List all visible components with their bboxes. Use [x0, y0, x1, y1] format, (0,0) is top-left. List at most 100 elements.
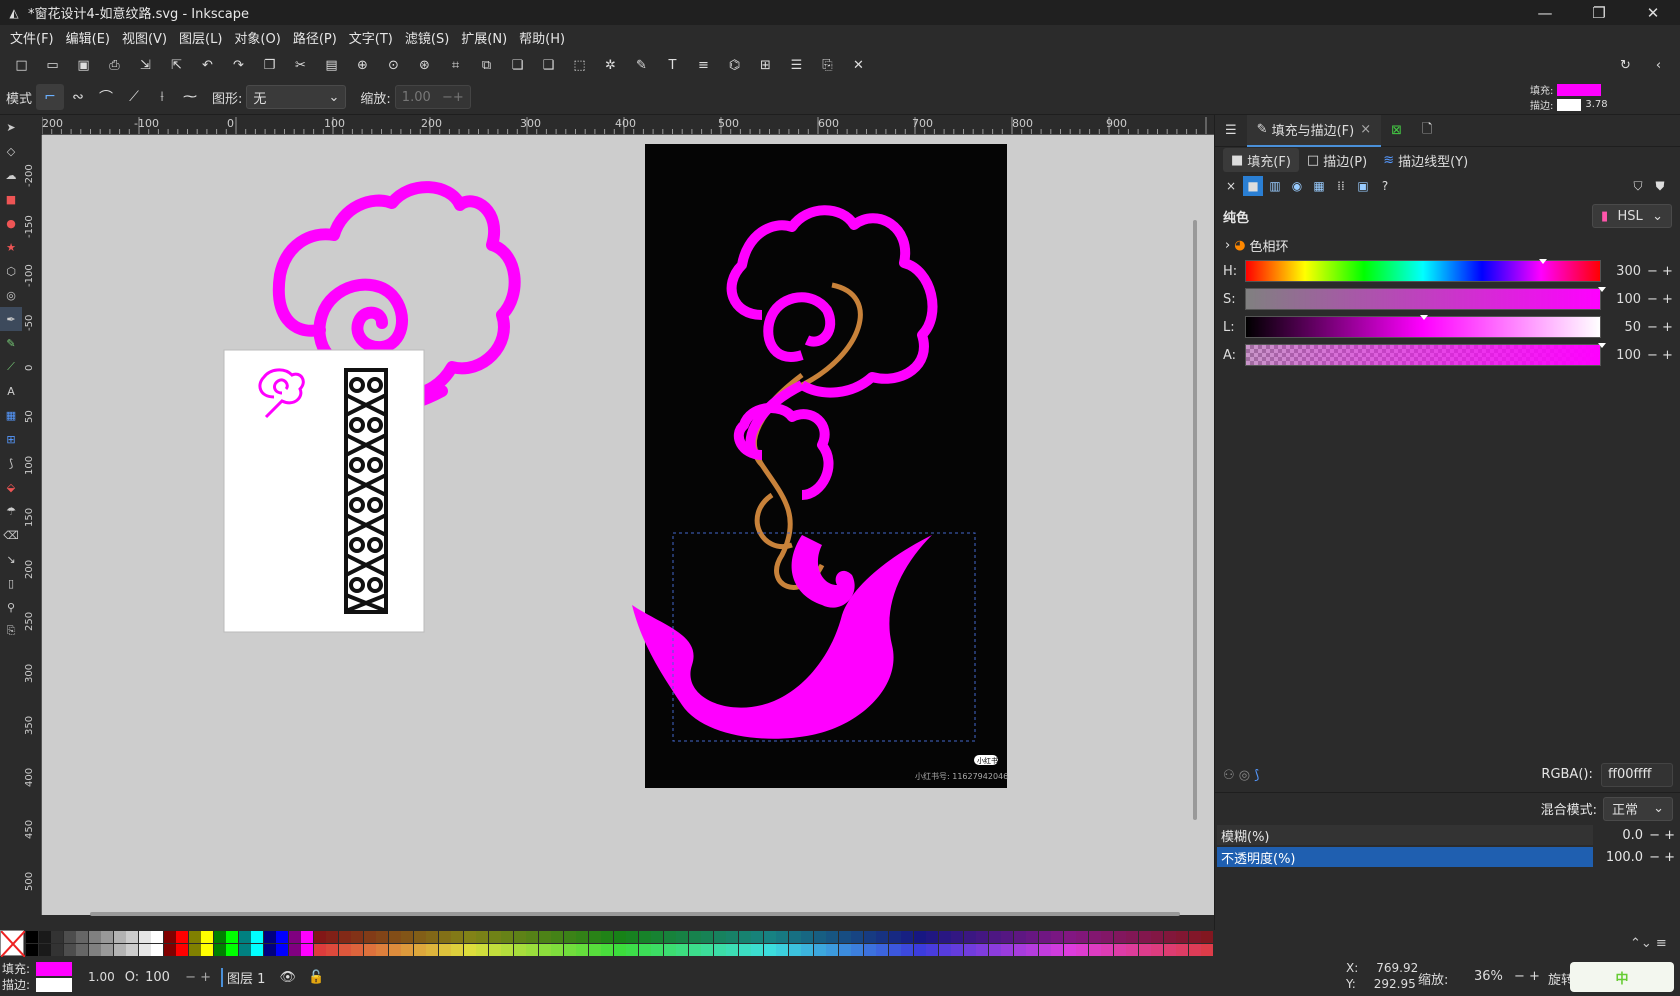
status-stroke-swatch[interactable] — [36, 978, 73, 992]
palette-swatch[interactable] — [301, 944, 313, 956]
palette-swatch[interactable] — [876, 931, 888, 943]
palette-swatch[interactable] — [438, 944, 451, 956]
palette-swatch[interactable] — [588, 931, 601, 943]
menu-filters[interactable]: 滤镜(S) — [399, 28, 455, 47]
palette-swatch[interactable] — [1151, 931, 1163, 943]
palette-swatch[interactable] — [426, 944, 438, 956]
snap-icon[interactable]: ↻ — [1610, 52, 1641, 78]
menu-object[interactable]: 对象(O) — [228, 28, 286, 47]
palette-swatch[interactable] — [26, 931, 38, 943]
opacity-value[interactable]: 100.0 — [1593, 850, 1643, 865]
palette-swatch[interactable] — [1113, 944, 1126, 956]
palette-swatch[interactable] — [926, 944, 938, 956]
palette-swatch[interactable] — [576, 944, 588, 956]
mesh-tool-icon[interactable]: ⊞ — [0, 427, 22, 451]
palette-swatch[interactable] — [1013, 931, 1026, 943]
palette-swatch[interactable] — [751, 931, 763, 943]
palette-swatch[interactable] — [738, 944, 751, 956]
print-icon[interactable]: ⎙ — [99, 52, 130, 78]
palette-swatch[interactable] — [663, 944, 676, 956]
vertical-scrollbar[interactable] — [1193, 220, 1197, 820]
palette-swatch[interactable] — [263, 944, 276, 956]
palette-swatch[interactable] — [951, 931, 963, 943]
palette-swatch[interactable] — [388, 931, 401, 943]
palette-swatch[interactable] — [863, 931, 876, 943]
palette-swatch[interactable] — [138, 931, 151, 943]
palette-swatch[interactable] — [238, 944, 251, 956]
palette-swatch[interactable] — [913, 944, 926, 956]
palette-swatch[interactable] — [163, 931, 176, 943]
lightness-marker[interactable] — [1420, 315, 1428, 320]
pattern-icon[interactable]: ⁞⁞ — [1331, 176, 1351, 196]
palette-swatch[interactable] — [1126, 944, 1138, 956]
palette-swatch[interactable] — [126, 944, 138, 956]
palette-swatch[interactable] — [401, 931, 413, 943]
save-icon[interactable]: ▣ — [68, 52, 99, 78]
fill-rule-evenodd-icon[interactable]: ⛉ — [1628, 176, 1648, 196]
menu-file[interactable]: 文件(F) — [4, 28, 60, 47]
palette-swatch[interactable] — [751, 944, 763, 956]
palette-swatch[interactable] — [626, 931, 638, 943]
palette-swatch[interactable] — [201, 931, 213, 943]
palette-swatch[interactable] — [538, 931, 551, 943]
menu-layer[interactable]: 图层(L) — [173, 28, 228, 47]
palette-swatch[interactable] — [338, 931, 351, 943]
palette-swatch[interactable] — [963, 931, 976, 943]
palette-swatch[interactable] — [988, 944, 1001, 956]
palette-swatch[interactable] — [238, 931, 251, 943]
collapse-icon[interactable]: ‹ — [1643, 52, 1674, 78]
rgba-input[interactable]: ff00ffff — [1601, 763, 1673, 787]
box3d-tool-icon[interactable]: ⬡ — [0, 259, 22, 283]
palette-swatch[interactable] — [351, 944, 363, 956]
selector-tool-icon[interactable]: ➤ — [0, 115, 22, 139]
palette-swatch[interactable] — [813, 944, 826, 956]
palette-swatch[interactable] — [701, 944, 713, 956]
palette-swatch[interactable] — [851, 944, 863, 956]
palette-swatch[interactable] — [276, 944, 288, 956]
no-color-swatch[interactable] — [0, 930, 26, 958]
palette-swatch[interactable] — [513, 944, 526, 956]
palette-swatch[interactable] — [1138, 931, 1151, 943]
rect-tool-icon[interactable]: ■ — [0, 187, 22, 211]
palette-swatch[interactable] — [776, 931, 788, 943]
palette-swatch[interactable] — [463, 944, 476, 956]
palette-swatch[interactable] — [638, 944, 651, 956]
palette-swatch[interactable] — [1063, 944, 1076, 956]
spiro-mode-icon[interactable]: ∾ — [64, 84, 92, 110]
layer-name[interactable]: 图层 1 — [221, 967, 265, 987]
linear-gradient-icon[interactable]: ▥ — [1265, 176, 1285, 196]
palette-swatch[interactable] — [951, 944, 963, 956]
palette-swatch[interactable] — [763, 931, 776, 943]
stepper-icon[interactable]: − + — [1649, 828, 1675, 843]
hue-slider[interactable] — [1245, 259, 1601, 282]
group-icon[interactable]: ⬚ — [564, 52, 595, 78]
palette-swatch[interactable] — [526, 944, 538, 956]
palette-swatch[interactable] — [1038, 944, 1051, 956]
pencil-tool-icon[interactable]: ✎ — [0, 331, 22, 355]
ime-indicator[interactable]: 中 — [1570, 962, 1674, 992]
palette-swatch[interactable] — [426, 931, 438, 943]
menu-text[interactable]: 文字(T) — [343, 28, 399, 47]
palette-swatch[interactable] — [688, 944, 701, 956]
bspline-mode-icon[interactable]: ⌒ — [92, 84, 120, 110]
palette-swatch[interactable] — [901, 931, 913, 943]
palette-swatch[interactable] — [101, 931, 113, 943]
subtab-stroke-paint[interactable]: □ 描边(P) — [1299, 148, 1375, 172]
palette-swatch[interactable] — [726, 944, 738, 956]
palette-swatch[interactable] — [738, 931, 751, 943]
palette-swatch[interactable] — [1051, 944, 1063, 956]
palette-swatch[interactable] — [213, 944, 226, 956]
paint-bucket-icon[interactable]: ⬙ — [0, 475, 22, 499]
palette-swatch[interactable] — [1126, 931, 1138, 943]
palette-swatch[interactable] — [851, 931, 863, 943]
menu-extensions[interactable]: 扩展(N) — [455, 28, 513, 47]
palette-swatch[interactable] — [1201, 944, 1213, 956]
palette-swatch[interactable] — [563, 944, 576, 956]
palette-swatch[interactable] — [651, 931, 663, 943]
unset-icon[interactable]: ? — [1375, 176, 1395, 196]
palette-swatch[interactable] — [688, 931, 701, 943]
palette-swatch[interactable] — [326, 944, 338, 956]
palette-swatch[interactable] — [101, 944, 113, 956]
pen-tool-icon[interactable]: ✒ — [0, 307, 22, 331]
saturation-marker[interactable] — [1598, 287, 1606, 292]
